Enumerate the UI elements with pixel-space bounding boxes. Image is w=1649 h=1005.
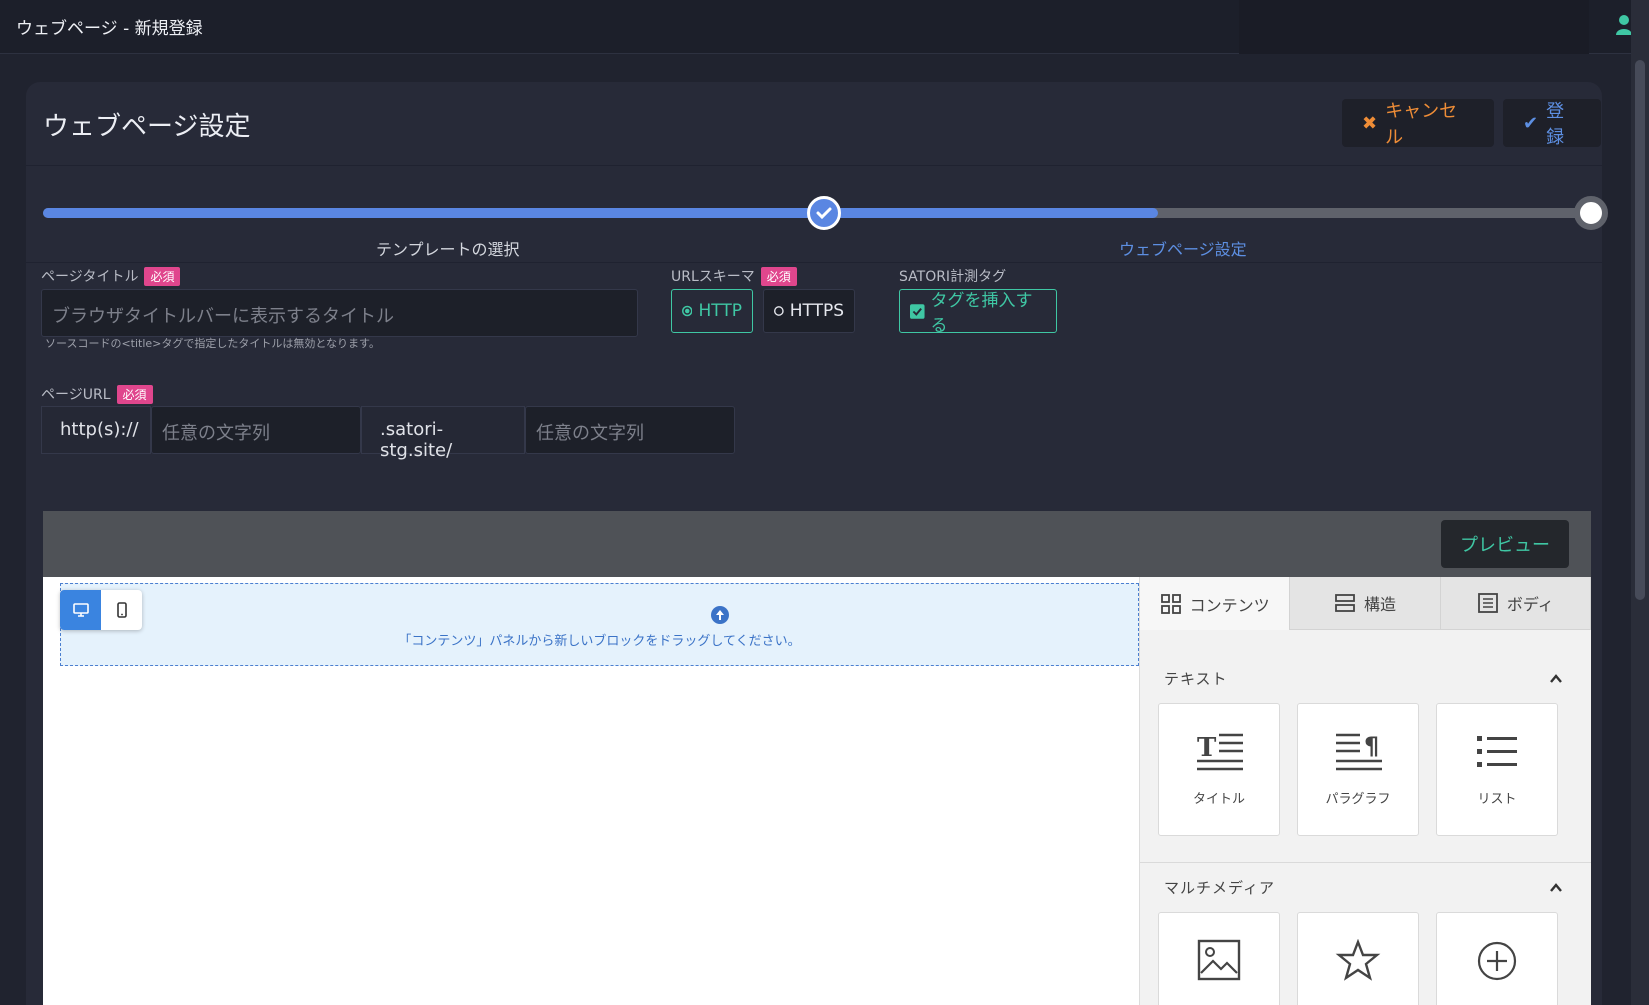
label-text: URLスキーマ: [671, 269, 755, 285]
cancel-label: キャンセル: [1385, 101, 1458, 148]
block-image[interactable]: [1158, 912, 1280, 1005]
url-domain: .satori-stg.site/: [361, 406, 525, 461]
window-title: ウェブページ - 新規登録: [16, 19, 203, 39]
cancel-button[interactable]: ✖ キャンセル: [1342, 99, 1494, 148]
blocks-panel: コンテンツ 構造 ボディ テキスト T タイトル ¶ パラグラフ リスト マルチ…: [1139, 577, 1591, 1005]
chevron-up-icon[interactable]: [1549, 672, 1563, 686]
required-badge: 必須: [760, 266, 797, 286]
grid-icon: [1160, 593, 1181, 614]
dropzone-message: 「コンテンツ」パネルから新しいブロックをドラッグしてください。: [398, 634, 801, 649]
plus-circle-icon: [1477, 941, 1517, 981]
block-label: リスト: [1477, 792, 1517, 807]
path-placeholder: 任意の文字列: [536, 423, 644, 444]
subdomain-placeholder: 任意の文字列: [162, 423, 270, 444]
tab-body[interactable]: ボディ: [1440, 577, 1591, 630]
section-divider: [1140, 862, 1591, 863]
label-text: ページURL: [41, 387, 111, 403]
section-title-text: マルチメディア: [1164, 879, 1275, 897]
editor-canvas[interactable]: 「コンテンツ」パネルから新しいブロックをドラッグしてください。: [43, 577, 1139, 1005]
http-label: HTTP: [698, 301, 742, 321]
page-title-hint: ソースコードの<title>タグで指定したタイトルは無効となります。: [45, 337, 380, 350]
block-icon[interactable]: [1297, 912, 1419, 1005]
svg-text:T: T: [1197, 733, 1217, 763]
block-label: タイトル: [1192, 792, 1245, 807]
scheme-http-radio[interactable]: HTTP: [671, 289, 753, 333]
required-badge: 必須: [116, 384, 153, 404]
url-scheme-label: URLスキーマ 必須: [671, 266, 797, 286]
step-progress: テンプレートの選択 ウェブページ設定: [43, 194, 1608, 264]
save-button[interactable]: ✔ 登録: [1503, 99, 1601, 148]
page-title-label: ページタイトル 必須: [41, 266, 181, 286]
settings-card: ウェブページ設定 ✖ キャンセル ✔ 登録 テンプレートの選択 ウェブページ設定…: [26, 82, 1608, 1005]
desktop-icon: [72, 603, 89, 617]
section-title-text: テキスト: [1164, 670, 1228, 688]
satori-tag-checkbox[interactable]: タグを挿入する: [899, 289, 1057, 336]
block-list[interactable]: リスト: [1436, 703, 1558, 836]
step-done-dot[interactable]: [807, 196, 841, 230]
check-icon: ✔: [1523, 112, 1539, 134]
label-text: SATORI計測タグ: [899, 269, 1007, 285]
step-label-settings[interactable]: ウェブページ設定: [1119, 236, 1247, 260]
checkbox-checked-icon: [910, 303, 925, 319]
url-prefix: http(s)://: [41, 406, 151, 454]
tab-label: 構造: [1363, 595, 1396, 614]
preview-button[interactable]: プレビュー: [1441, 520, 1569, 568]
document-icon: [1477, 593, 1498, 613]
app-header: ウェブページ - 新規登録: [0, 0, 1649, 54]
tab-label: ボディ: [1506, 595, 1554, 614]
progress-fill: [43, 208, 1158, 218]
section-divider: [26, 262, 1602, 263]
check-icon: [816, 207, 832, 220]
desktop-view-button[interactable]: [60, 590, 101, 630]
chevron-up-icon[interactable]: [1549, 881, 1563, 895]
editor-toolbar: プレビュー: [43, 511, 1591, 577]
star-icon: [1335, 939, 1381, 981]
block-label: パラグラフ: [1325, 792, 1391, 807]
list-icon: [1477, 736, 1517, 767]
page-title: ウェブページ設定: [43, 112, 251, 142]
panel-tabs: コンテンツ 構造 ボディ: [1140, 577, 1591, 630]
header-strip: [1239, 0, 1589, 54]
mobile-view-button[interactable]: [101, 590, 142, 630]
structure-icon: [1335, 594, 1355, 612]
page-scrollbar[interactable]: [1631, 0, 1649, 1005]
save-label: 登録: [1546, 101, 1565, 148]
radio-checked-icon: [682, 305, 693, 317]
mobile-icon: [116, 602, 127, 618]
svg-text:¶: ¶: [1364, 732, 1379, 760]
tab-structure[interactable]: 構造: [1290, 577, 1441, 630]
device-toggle: [60, 590, 142, 630]
label-text: ページタイトル: [41, 269, 139, 285]
title-icon: T: [1197, 733, 1243, 771]
block-paragraph[interactable]: ¶ パラグラフ: [1297, 703, 1419, 836]
close-icon: ✖: [1362, 112, 1378, 134]
page-title-placeholder: ブラウザタイトルバーに表示するタイトル: [52, 306, 394, 327]
block-add[interactable]: [1436, 912, 1558, 1005]
scheme-https-radio[interactable]: HTTPS: [763, 289, 855, 333]
block-title[interactable]: T タイトル: [1158, 703, 1280, 836]
path-input[interactable]: 任意の文字列: [525, 406, 735, 454]
satori-tag-option-label: タグを挿入する: [930, 291, 1033, 336]
tab-contents[interactable]: コンテンツ: [1140, 577, 1291, 630]
card-header: ウェブページ設定 ✖ キャンセル ✔ 登録: [26, 82, 1602, 166]
required-badge: 必須: [144, 266, 181, 286]
paragraph-icon: ¶: [1336, 732, 1382, 771]
satori-tag-label: SATORI計測タグ: [899, 266, 1006, 286]
block-dropzone[interactable]: 「コンテンツ」パネルから新しいブロックをドラッグしてください。: [60, 583, 1139, 666]
step-label-template[interactable]: テンプレートの選択: [376, 236, 520, 260]
step-end-dot[interactable]: [1574, 196, 1608, 230]
subdomain-input[interactable]: 任意の文字列: [151, 406, 361, 454]
page-title-input[interactable]: ブラウザタイトルバーに表示するタイトル: [41, 289, 638, 337]
arrow-up-icon: [711, 606, 729, 624]
scrollbar-thumb[interactable]: [1635, 60, 1645, 600]
https-label: HTTPS: [789, 301, 844, 321]
image-icon: [1197, 939, 1241, 981]
radio-empty-icon: [774, 306, 784, 316]
tab-label: コンテンツ: [1189, 595, 1270, 615]
page-url-label: ページURL 必須: [41, 384, 153, 404]
